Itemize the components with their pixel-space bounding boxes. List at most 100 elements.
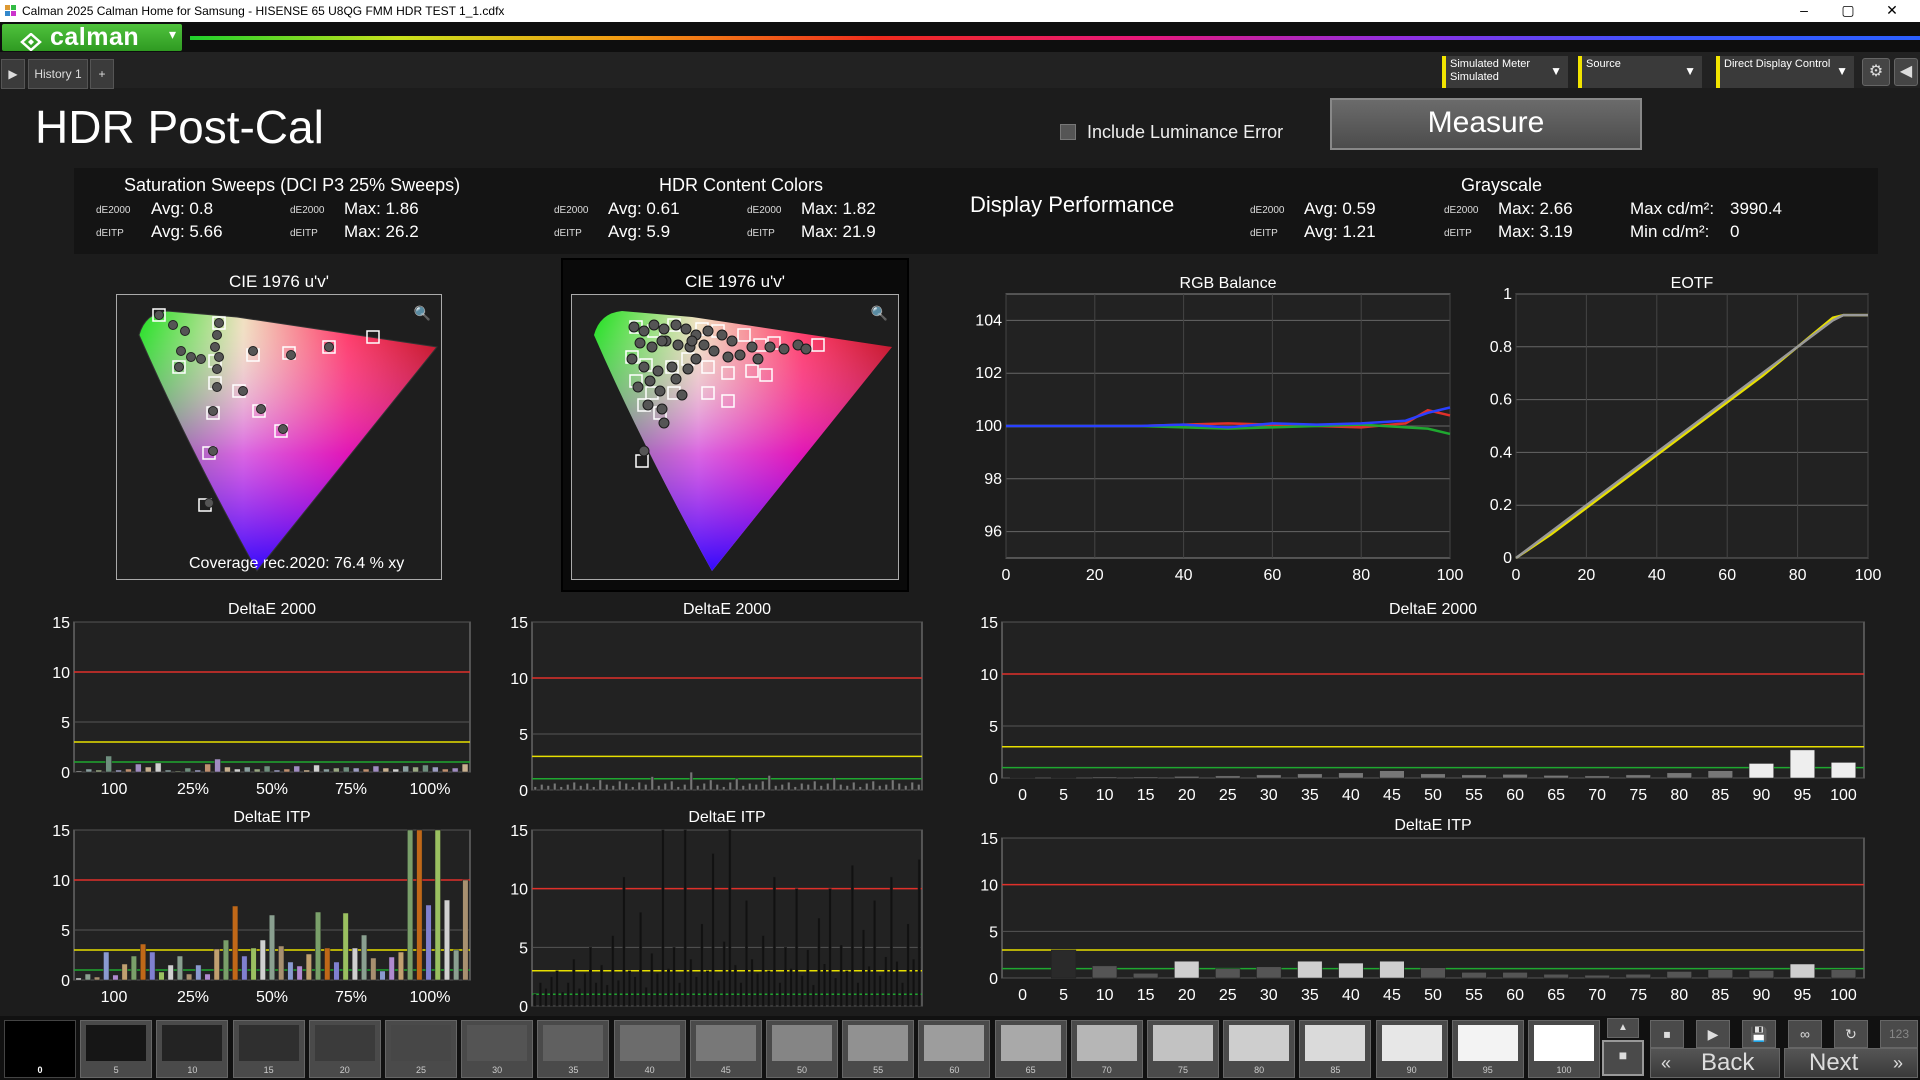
deitp-label: dEITP [290, 228, 318, 239]
patch-swatch-0[interactable]: 0 [4, 1020, 76, 1078]
patch-swatch-20[interactable]: 20 [308, 1020, 381, 1078]
patch-swatch-45[interactable]: 45 [689, 1020, 762, 1078]
patch-swatch-60[interactable]: 60 [918, 1020, 991, 1078]
next-arrow-icon: » [1893, 1053, 1904, 1073]
bar [711, 853, 715, 1007]
bar [789, 968, 793, 1007]
collapse-panel-button[interactable]: ◀ [1894, 58, 1918, 86]
patch-color [695, 1025, 756, 1061]
bar [553, 783, 557, 791]
calman-menu-button[interactable]: calman ▾ [2, 23, 182, 52]
zoom-icon[interactable]: 🔍 [414, 305, 431, 322]
x-tick-label: 15 [1137, 787, 1155, 804]
bar [1584, 775, 1610, 779]
bar [806, 784, 810, 791]
meter-selector[interactable]: Simulated Meter Simulated ▼ [1442, 56, 1568, 88]
chart-title: DeltaE 2000 [228, 601, 316, 618]
bar [443, 899, 450, 981]
x-tick-label: 65 [1547, 787, 1565, 804]
patch-swatch-85[interactable]: 85 [1299, 1020, 1372, 1078]
patch-swatch-95[interactable]: 95 [1451, 1020, 1524, 1078]
bar [871, 780, 875, 791]
patch-swatch-5[interactable]: 5 [80, 1020, 153, 1078]
include-luminance-checkbox[interactable] [1060, 124, 1076, 140]
patch-swatch-15[interactable]: 15 [232, 1020, 305, 1078]
minimize-button[interactable]: – [1782, 0, 1826, 22]
patch-swatch-75[interactable]: 75 [1147, 1020, 1219, 1078]
loop-button[interactable]: ∞ [1788, 1020, 1822, 1048]
scroll-up-button[interactable]: ▲ [1607, 1018, 1639, 1038]
bar [382, 767, 390, 773]
patch-swatch-80[interactable]: 80 [1223, 1020, 1296, 1078]
settings-button[interactable]: ⚙ [1862, 58, 1890, 86]
bar [676, 786, 680, 791]
bar [702, 783, 706, 791]
play-button[interactable]: ▶ [1696, 1020, 1730, 1048]
bar [666, 968, 671, 1007]
back-button[interactable]: « Back [1650, 1048, 1780, 1078]
bar [878, 785, 882, 791]
patch-swatch-25[interactable]: 25 [385, 1020, 457, 1078]
patch-swatch-100[interactable]: 100 [1528, 1020, 1600, 1078]
patch-label: 70 [1101, 1065, 1112, 1075]
x-tick-label: 95 [1794, 987, 1812, 1004]
measure-button[interactable]: Measure [1330, 98, 1642, 150]
patch-swatch-50[interactable]: 50 [766, 1020, 838, 1078]
bar [121, 963, 128, 981]
bar [878, 975, 882, 1007]
patch-swatch-90[interactable]: 90 [1375, 1020, 1448, 1078]
close-button[interactable]: ✕ [1870, 0, 1914, 22]
max-cd-label: Max cd/m²: [1630, 199, 1715, 218]
next-button[interactable]: Next » [1784, 1048, 1918, 1078]
x-tick-label: 75 [1629, 987, 1647, 1004]
bar [767, 970, 771, 1007]
bar [683, 829, 687, 1007]
patch-swatch-65[interactable]: 65 [994, 1020, 1067, 1078]
patch-swatch-40[interactable]: 40 [613, 1020, 686, 1078]
bar [605, 984, 609, 1007]
bar [811, 984, 815, 1007]
patch-color [162, 1025, 223, 1061]
window-title: Calman 2025 Calman Home for Samsung - HI… [22, 4, 505, 18]
chevron-up-icon: ▲ [1618, 1022, 1628, 1033]
stop-selection-button[interactable]: ■ [1602, 1040, 1644, 1076]
display-control-selector[interactable]: Direct Display Control ▼ [1716, 56, 1854, 88]
add-tab-button[interactable]: + [90, 59, 114, 89]
y-tick-label: 5 [61, 923, 70, 940]
bar [910, 781, 914, 791]
source-selector[interactable]: Source ▼ [1578, 56, 1702, 88]
x-tick-label: 30 [1260, 987, 1278, 1004]
x-tick-label: 5 [1059, 787, 1068, 804]
x-tick-label: 45 [1383, 987, 1401, 1004]
bar [232, 905, 239, 981]
gear-icon: ⚙ [1868, 63, 1884, 80]
zoom-icon[interactable]: 🔍 [871, 305, 888, 322]
bar [585, 783, 589, 791]
bar [561, 991, 565, 1007]
patch-swatch-55[interactable]: 55 [842, 1020, 915, 1078]
x-tick-label: 40 [1175, 567, 1193, 584]
bar [1009, 777, 1036, 779]
stop-circle-icon: ⏹ [1663, 1026, 1671, 1042]
bar [1174, 776, 1200, 779]
bar [826, 783, 830, 791]
patch-swatch-10[interactable]: 10 [156, 1020, 229, 1078]
patch-color [391, 1025, 451, 1061]
x-tick-label: 45 [1383, 787, 1401, 804]
save-button[interactable]: 💾 [1742, 1020, 1776, 1048]
bar [540, 784, 544, 791]
refresh-button[interactable]: ↻ [1834, 1020, 1868, 1048]
patch-swatch-30[interactable]: 30 [461, 1020, 534, 1078]
patch-swatch-70[interactable]: 70 [1070, 1020, 1143, 1078]
infinity-icon: ∞ [1800, 1026, 1810, 1042]
maximize-button[interactable]: ▢ [1826, 0, 1870, 22]
y-tick-label: 0.4 [1490, 444, 1512, 461]
x-tick-label: 0 [1002, 567, 1011, 584]
rainbow-progress-strip [190, 36, 1920, 40]
tab-history-1[interactable]: History 1 [28, 59, 88, 89]
patch-swatch-35[interactable]: 35 [537, 1020, 610, 1078]
play-workflow-button[interactable]: ▶ [1, 59, 25, 89]
bar [722, 941, 726, 1007]
bar [1256, 774, 1282, 779]
stop-button[interactable]: ⏹ [1650, 1020, 1684, 1048]
